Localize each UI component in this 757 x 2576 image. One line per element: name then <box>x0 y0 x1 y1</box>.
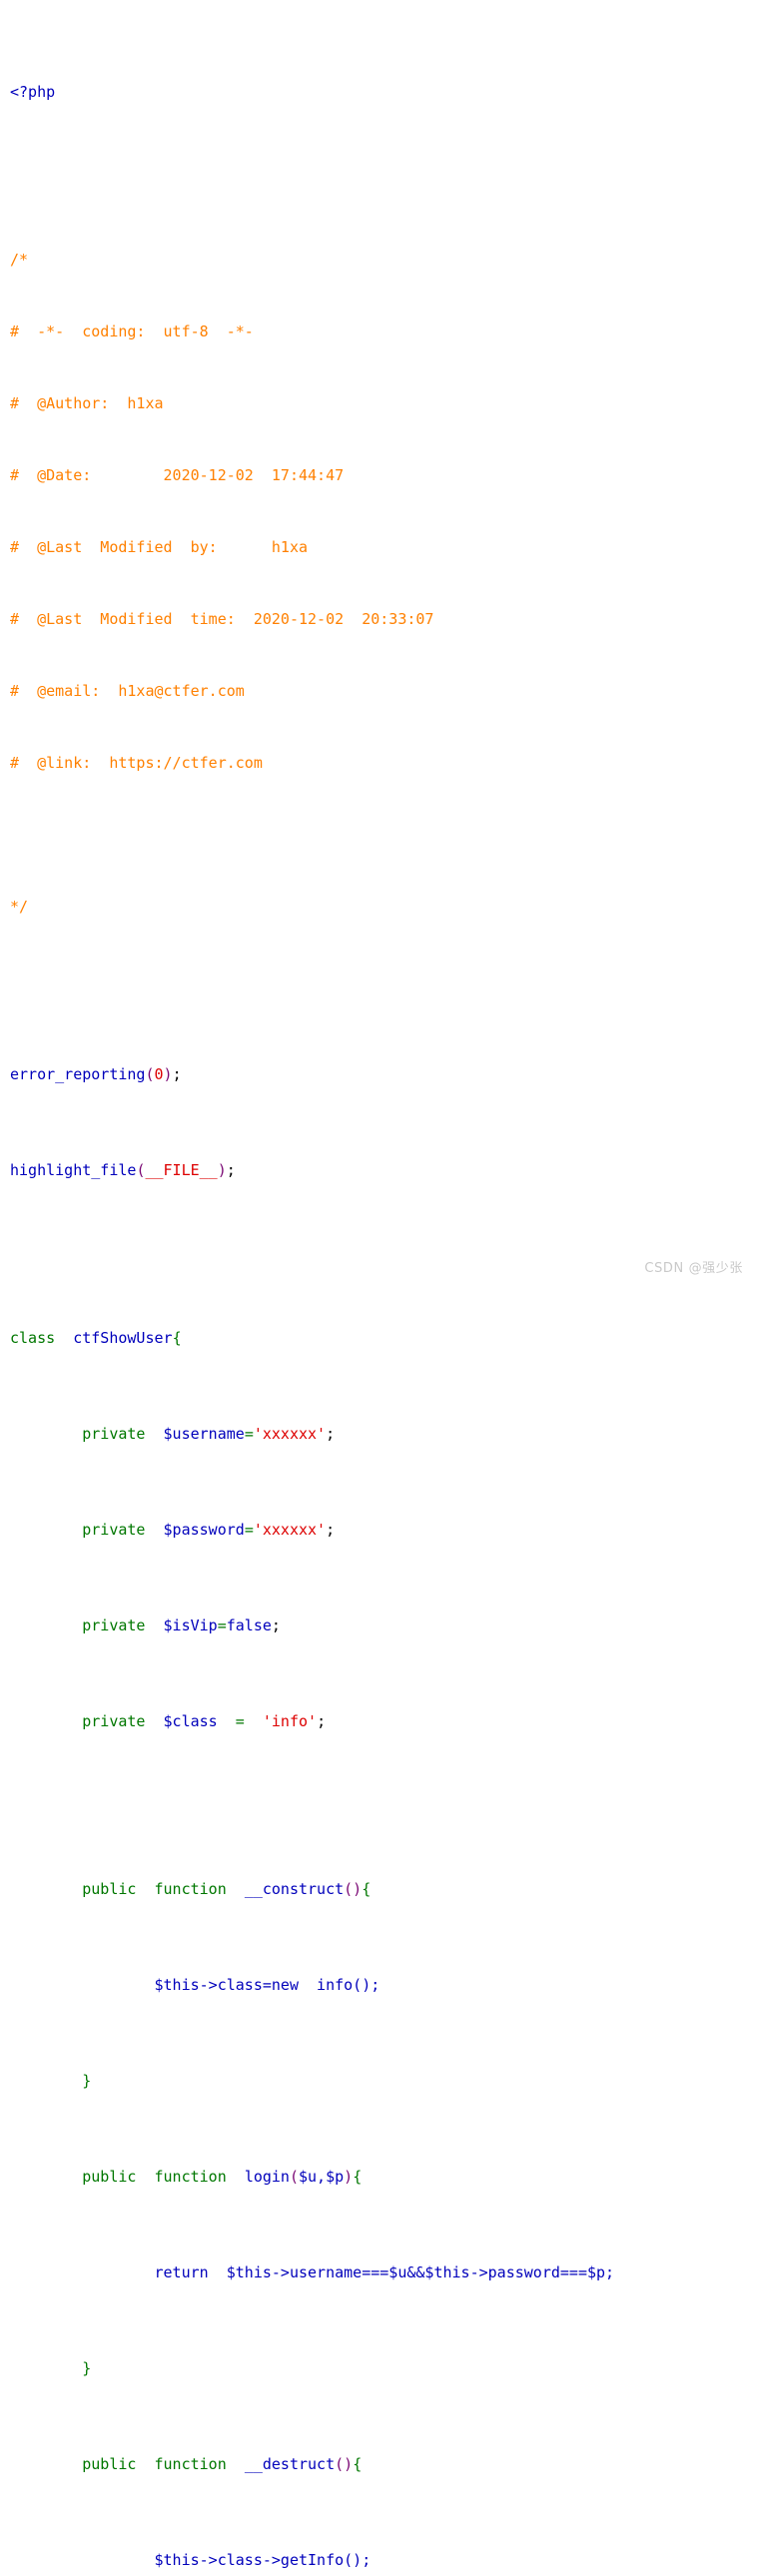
prop-username-value: 'xxxxxx' <box>253 1425 327 1443</box>
paren-open: ( <box>289 2168 299 2186</box>
code-line-prop-password: private $password='xxxxxx'; <box>10 1518 749 1542</box>
prop-class-value: 'info' <box>262 1712 318 1730</box>
comment-date: # @Date: 2020-12-02 17:44:47 <box>10 466 345 484</box>
code-line-login-body: return $this->username===$u&&$this->pass… <box>10 2260 749 2284</box>
code-line-class-ctfshowuser: class ctfShowUser{ <box>10 1326 749 1350</box>
brace-close: } <box>82 2072 92 2090</box>
code-line-login-signature: public function login($u,$p){ <box>10 2165 749 2189</box>
php-open-tag: <?php <box>10 83 56 101</box>
equals: = <box>217 1616 227 1634</box>
kw-public: public <box>82 2168 137 2186</box>
equals: = <box>244 1425 254 1443</box>
brace-open: { <box>353 2455 363 2473</box>
brace-open: { <box>362 1880 372 1898</box>
semicolon: ; <box>326 1521 336 1539</box>
code-line-highlight-file: highlight_file(__FILE__); <box>10 1158 749 1182</box>
kw-private: private <box>82 1521 146 1539</box>
prop-password-var: $password <box>163 1521 245 1539</box>
construct-body: $this->class=new info(); <box>154 1976 380 1994</box>
class-name-ctfshowuser: ctfShowUser <box>73 1329 173 1347</box>
code-line-construct-signature: public function __construct(){ <box>10 1877 749 1901</box>
method-name-login: login <box>244 2168 290 2186</box>
kw-function: function <box>154 2168 227 2186</box>
code-line-comment-close: */ <box>10 895 749 919</box>
paren-close: ) <box>217 1161 227 1179</box>
kw-class: class <box>10 1329 56 1347</box>
code-line-brace-close: } <box>10 2069 749 2093</box>
code-line-destruct-signature: public function __destruct(){ <box>10 2452 749 2476</box>
semicolon: ; <box>226 1161 236 1179</box>
code-line-comment-author: # @Author: h1xa <box>10 391 749 415</box>
code-line-comment-coding: # -*- coding: utf-8 -*- <box>10 320 749 343</box>
code-line-comment-modified-by: # @Last Modified by: h1xa <box>10 535 749 559</box>
fn-error-reporting: error_reporting <box>10 1065 146 1083</box>
brace-close: } <box>82 2359 92 2377</box>
prop-username-var: $username <box>163 1425 245 1443</box>
login-body: return $this->username===$u&&$this->pass… <box>154 2263 615 2281</box>
paren-close: ) <box>344 2168 354 2186</box>
arg-file-magic-constant: __FILE__ <box>145 1161 218 1179</box>
login-params: $u,$p <box>299 2168 345 2186</box>
code-line-php-open: <?php <box>10 80 749 104</box>
kw-private: private <box>82 1425 146 1443</box>
fn-highlight-file: highlight_file <box>10 1161 137 1179</box>
code-line-comment-email: # @email: h1xa@ctfer.com <box>10 679 749 703</box>
code-line-comment-link: # @link: https://ctfer.com <box>10 751 749 775</box>
semicolon: ; <box>317 1712 327 1730</box>
method-name-construct: __construct <box>244 1880 345 1898</box>
prop-isvip-value: false <box>226 1616 272 1634</box>
comment-author: # @Author: h1xa <box>10 394 164 412</box>
code-line-comment-open: /* <box>10 248 749 272</box>
comment-email: # @email: h1xa@ctfer.com <box>10 682 245 700</box>
comment-link: # @link: https://ctfer.com <box>10 754 263 772</box>
kw-public: public <box>82 2455 137 2473</box>
equals-spaced: = <box>217 1712 263 1730</box>
arg-error-level: 0 <box>154 1065 164 1083</box>
method-name-destruct: __destruct <box>244 2455 336 2473</box>
code-line-prop-class: private $class = 'info'; <box>10 1709 749 1733</box>
code-line-prop-username: private $username='xxxxxx'; <box>10 1422 749 1446</box>
paren-close: ) <box>163 1065 173 1083</box>
destruct-body: $this->class->getInfo(); <box>154 2551 372 2569</box>
csdn-watermark: CSDN @强少张 <box>644 1261 743 1276</box>
comment-open: /* <box>10 251 29 269</box>
semicolon: ; <box>326 1425 336 1443</box>
code-line-construct-body: $this->class=new info(); <box>10 1973 749 1997</box>
code-line-error-reporting: error_reporting(0); <box>10 1062 749 1086</box>
kw-public: public <box>82 1880 137 1898</box>
paren-open: ( <box>145 1065 155 1083</box>
comment-last-modified-by: # @Last Modified by: h1xa <box>10 538 309 556</box>
php-source-code: <?php /* # -*- coding: utf-8 -*- # @Auth… <box>10 8 749 2576</box>
code-line-comment-modified-time: # @Last Modified time: 2020-12-02 20:33:… <box>10 607 749 631</box>
kw-function: function <box>154 1880 227 1898</box>
prop-isvip-var: $isVip <box>163 1616 218 1634</box>
brace-open: { <box>353 2168 363 2186</box>
brace-open: { <box>172 1329 182 1347</box>
paren-pair: () <box>344 1880 363 1898</box>
code-line-brace-close: } <box>10 2356 749 2380</box>
comment-last-modified-time: # @Last Modified time: 2020-12-02 20:33:… <box>10 610 434 628</box>
code-line-comment-date: # @Date: 2020-12-02 17:44:47 <box>10 463 749 487</box>
equals: = <box>244 1521 254 1539</box>
code-line-prop-isvip: private $isVip=false; <box>10 1613 749 1637</box>
semicolon: ; <box>271 1616 281 1634</box>
kw-private: private <box>82 1616 146 1634</box>
comment-close: */ <box>10 898 29 916</box>
prop-class-var: $class <box>163 1712 218 1730</box>
comment-coding: # -*- coding: utf-8 -*- <box>10 322 254 340</box>
semicolon: ; <box>172 1065 182 1083</box>
kw-function: function <box>154 2455 227 2473</box>
code-line-destruct-body: $this->class->getInfo(); <box>10 2548 749 2572</box>
paren-pair: () <box>335 2455 354 2473</box>
kw-private: private <box>82 1712 146 1730</box>
prop-password-value: 'xxxxxx' <box>253 1521 327 1539</box>
